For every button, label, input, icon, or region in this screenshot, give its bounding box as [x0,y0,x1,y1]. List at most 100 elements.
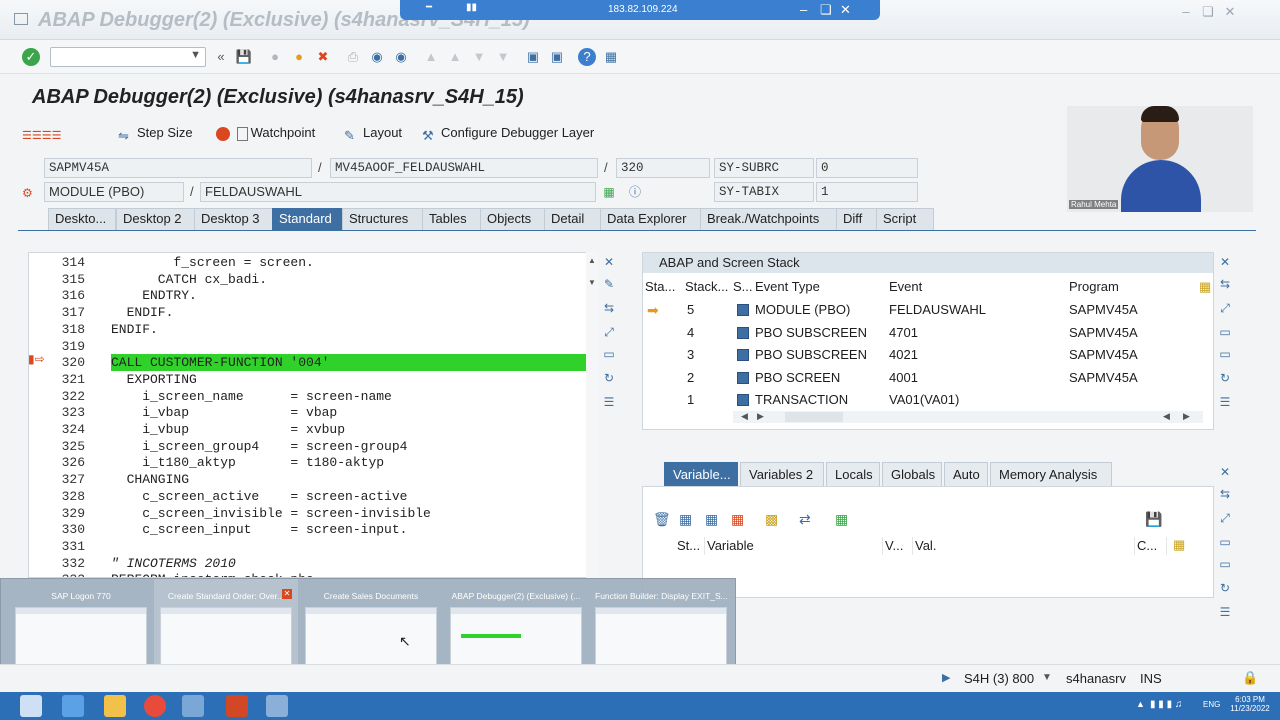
tab-8[interactable]: Data Explorer [600,208,704,230]
tab-3[interactable]: Standard [272,208,348,230]
var-tab-5[interactable]: Memory Analysis [990,462,1112,486]
minimize-icon[interactable]: – [1176,4,1196,20]
table-settings-icon[interactable]: ▦ [1199,279,1215,295]
stack-row[interactable]: 4 PBO SUBSCREEN 4701 SAPMV45A [643,322,1203,344]
tab-7[interactable]: Detail [544,208,608,230]
stack-row[interactable]: ➡ 5 MODULE (PBO) FELDAUSWAHL SAPMV45A [643,299,1203,321]
restore-icon[interactable]: ❏ [1198,4,1218,20]
scroll-left-icon[interactable]: ◀ [741,411,748,422]
new-session-icon[interactable]: ▣ [524,48,542,66]
close-icon[interactable]: ✕ [1220,4,1240,20]
print-icon[interactable]: ⎙ [344,48,362,66]
clear-icon[interactable]: ▦ [731,511,744,528]
var-tab-0[interactable]: Variable... [664,462,738,486]
tab-9[interactable]: Break./Watchpoints [700,208,840,230]
tab-4[interactable]: Structures [342,208,430,230]
scroll-thumb[interactable] [785,412,843,422]
lock-icon[interactable]: 🔒 [1242,670,1258,686]
var-tab-2[interactable]: Locals [826,462,880,486]
scroll-up-icon[interactable]: ▲ [588,256,596,265]
chrome-icon[interactable] [144,695,166,717]
scroll-right-icon[interactable]: ▶ [1183,411,1190,422]
split-icon[interactable]: ▭ [1216,346,1234,362]
first-page-icon[interactable]: ▲ [422,48,440,66]
refresh-icon[interactable]: ↻ [1216,370,1234,386]
start-icon[interactable] [20,695,42,717]
customize-layout-icon[interactable]: ▦ [602,48,620,66]
tree-icon[interactable]: ▦ [600,184,618,200]
next-page-icon[interactable]: ▼ [470,48,488,66]
var-tab-3[interactable]: Globals [882,462,942,486]
play-icon[interactable]: ▶ [942,671,950,684]
var-tab-4[interactable]: Auto [944,462,988,486]
prev-page-icon[interactable]: ▲ [446,48,464,66]
hierarchy-icon[interactable]: ▩ [765,511,778,528]
sap-gui-icon[interactable] [266,695,288,717]
insert-icon[interactable]: ▦ [679,511,692,528]
rd-minimize-icon[interactable]: – [800,2,807,17]
tab-1[interactable]: Desktop 2 [116,208,196,230]
pin-icon[interactable]: ━ [426,2,432,13]
find-next-icon[interactable]: ◉ [392,48,410,66]
close-icon[interactable]: ✕ [1216,464,1234,480]
expand-icons[interactable]: ☰☰☰☰ [22,124,61,142]
exit-icon[interactable]: ● [290,48,308,66]
chevron-down-icon[interactable]: ▼ [190,49,201,61]
swap-icon[interactable]: ⇆ [600,300,618,316]
layout-button[interactable]: ✎ Layout [344,124,402,143]
powershell-icon[interactable] [62,695,84,717]
settings-icon[interactable]: ☰ [1216,604,1234,620]
tab-0[interactable]: Deskto... [48,208,116,230]
shortcut-icon[interactable]: ▣ [548,48,566,66]
cancel-icon[interactable]: ✖ [314,48,332,66]
watchpoint-button[interactable]: Watchpoint [216,124,315,142]
table-settings-icon[interactable]: ▦ [1173,537,1189,553]
stack-row[interactable]: 3 PBO SUBSCREEN 4021 SAPMV45A [643,344,1203,366]
edit-icon[interactable]: ✎ [600,276,618,292]
transfer-icon[interactable]: ⇄ [799,511,811,528]
sap-logon-icon[interactable] [182,695,204,717]
tab-2[interactable]: Desktop 3 [194,208,274,230]
close-icon[interactable]: ✕ [1216,254,1234,270]
clock[interactable]: 6:03 PM 11/23/2022 [1228,695,1272,713]
tray-chevron-icon[interactable]: ▲ [1136,699,1145,709]
maximize-icon[interactable]: ⤢ [1216,510,1234,526]
split-icon[interactable]: ▭ [1216,324,1234,340]
scroll-left-icon[interactable]: ◀ [1163,411,1170,422]
info-icon[interactable]: ⓘ [626,184,644,200]
refresh-icon[interactable]: ↻ [1216,580,1234,596]
swap-icon[interactable]: ⇆ [1216,276,1234,292]
scroll-right-icon[interactable]: ▶ [757,411,764,422]
source-code-panel[interactable]: 314 f_screen = screen. 315 CATCH cx_badi.… [28,252,598,578]
rd-close-icon[interactable]: ✕ [840,2,851,18]
copy-icon[interactable]: ▦ [705,511,718,528]
enter-check-icon[interactable]: ✓ [22,48,40,66]
step-size-button[interactable]: ⇋ Step Size [118,124,193,143]
settings-icon[interactable]: ☰ [600,394,618,410]
collapse-icon[interactable]: « [212,48,230,66]
help-icon[interactable]: ? [578,48,596,66]
delete-icon[interactable]: 🗑 [653,511,671,528]
folder-icon[interactable] [104,695,126,717]
stack-row[interactable]: 1 TRANSACTION VA01(VA01) [643,389,1203,411]
var-tab-1[interactable]: Variables 2 [740,462,824,486]
save-icon[interactable]: 💾 [1145,511,1162,528]
stack-hscroll[interactable]: ◀ ▶ ◀ ▶ [733,411,1203,423]
swap-icon[interactable]: ⇆ [1216,486,1234,502]
tab-5[interactable]: Tables [422,208,486,230]
maximize-icon[interactable]: ⤢ [1216,300,1234,316]
maximize-icon[interactable]: ⤢ [600,324,618,340]
thumbnail-close-icon[interactable]: ✕ [282,589,292,599]
save-icon[interactable]: 💾 [235,48,253,66]
command-field[interactable]: ▼ [50,47,206,67]
configure-layer-button[interactable]: ⚒ Configure Debugger Layer [422,124,594,143]
find-icon[interactable]: ◉ [368,48,386,66]
back-icon[interactable]: ● [266,48,284,66]
system-info[interactable]: S4H (3) 800 [964,671,1034,686]
rd-restore-icon[interactable]: ❏ [820,2,832,18]
scroll-down-icon[interactable]: ▼ [588,278,596,287]
settings-icon[interactable]: ☰ [1216,394,1234,410]
split-icon[interactable]: ▭ [1216,534,1234,550]
split-icon[interactable]: ▭ [1216,556,1234,572]
refresh-icon[interactable]: ↻ [600,370,618,386]
